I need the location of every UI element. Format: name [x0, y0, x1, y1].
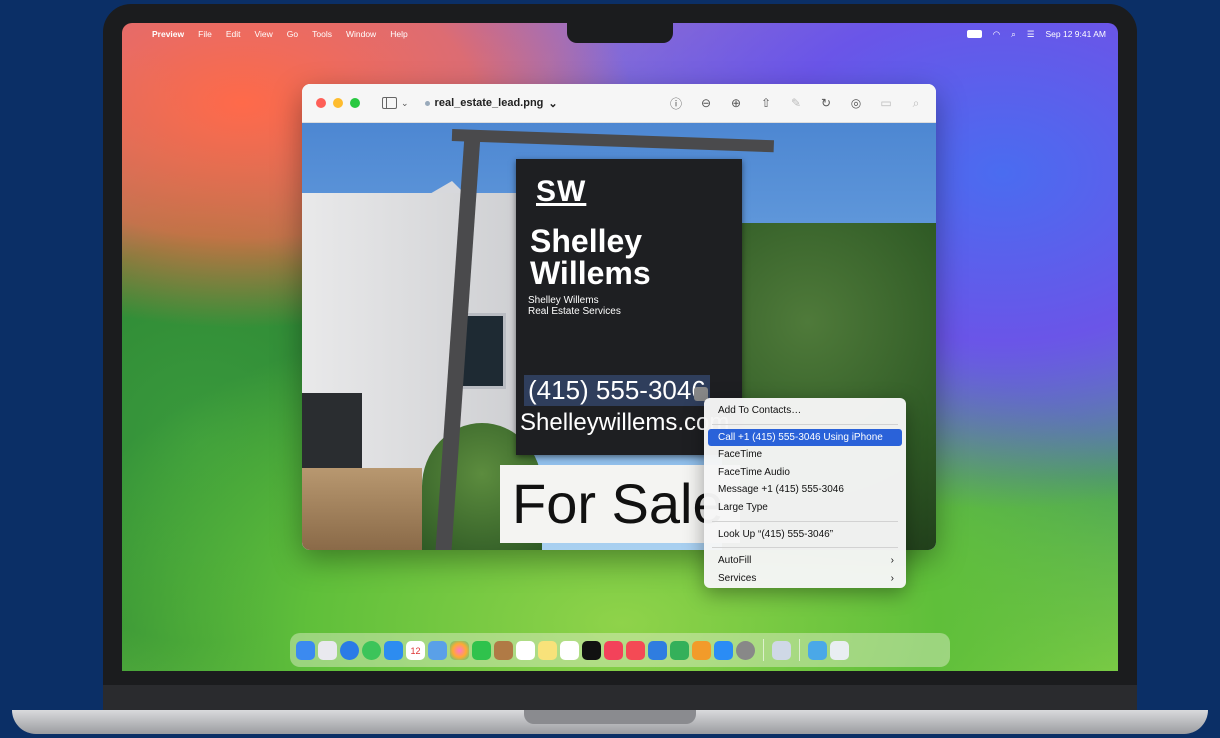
notes-brown-icon[interactable] [494, 640, 513, 660]
preview-icon[interactable] [772, 640, 791, 660]
menu-item-call-iphone[interactable]: Call +1 (415) 555-3046 Using iPhone [708, 428, 902, 447]
downloads-icon[interactable] [808, 640, 827, 660]
menu-go[interactable]: Go [287, 29, 298, 39]
menu-item-look-up[interactable]: Look Up “(415) 555-3046” [708, 526, 902, 544]
markup-icon[interactable]: ✎ [788, 96, 804, 110]
chevron-right-icon: › [890, 555, 894, 567]
menu-app-name[interactable]: Preview [152, 29, 184, 39]
messages-icon[interactable] [362, 640, 381, 660]
sidebar-toggle-button[interactable]: ⌄ [382, 97, 409, 109]
menu-file[interactable]: File [198, 29, 212, 39]
calendar-icon[interactable]: 12 [406, 640, 425, 660]
sign-website[interactable]: Shelleywillems.com [520, 409, 729, 437]
title-chevron-icon: ⌄ [548, 97, 558, 110]
window-titlebar[interactable]: ⌄ real_estate_lead.png ⌄ ⓘ ⊖ ⊕ ⇧ ✎ ↻ ◎ ▭… [302, 84, 936, 123]
battery-icon[interactable] [966, 30, 982, 38]
wifi-icon[interactable]: ◠ [993, 29, 1000, 40]
menu-separator [712, 547, 898, 549]
sign-name: Shelley Willems [530, 225, 651, 289]
sign-name-line2: Willems [530, 255, 651, 291]
safari-icon[interactable] [340, 640, 359, 660]
info-icon[interactable]: ⓘ [668, 95, 684, 112]
app-store-icon[interactable] [714, 640, 733, 660]
laptop-chin [103, 685, 1137, 713]
menu-separator [712, 520, 898, 522]
for-sale-text: For Sale [512, 472, 724, 535]
dock: 12 [290, 633, 950, 667]
menu-datetime[interactable]: Sep 12 9:41 AM [1046, 29, 1107, 39]
share-icon[interactable]: ⇧ [758, 96, 774, 110]
news-icon[interactable] [626, 640, 645, 660]
finder-icon[interactable] [296, 640, 315, 660]
zoom-out-icon[interactable]: ⊖ [698, 96, 714, 110]
notes-icon[interactable] [538, 640, 557, 660]
launchpad-icon[interactable] [318, 640, 337, 660]
sidebar-icon [382, 97, 397, 109]
menu-help[interactable]: Help [390, 29, 407, 39]
desktop-screen: Preview File Edit View Go Tools Window H… [122, 23, 1118, 671]
menu-item-message[interactable]: Message +1 (415) 555-3046 [708, 481, 902, 499]
menu-item-services-label: Services [718, 572, 757, 584]
zoom-in-icon[interactable]: ⊕ [728, 96, 744, 110]
freeform-icon[interactable] [560, 640, 579, 660]
stone-wall [302, 468, 422, 550]
reminders-icon[interactable] [516, 640, 535, 660]
laptop-base-notch [524, 710, 696, 724]
close-button[interactable] [316, 98, 326, 108]
menu-item-services[interactable]: Services › [708, 570, 902, 588]
menu-window[interactable]: Window [346, 29, 376, 39]
sign-monogram: SW [536, 175, 587, 208]
menu-separator [712, 423, 898, 425]
chevron-down-icon: ⌄ [401, 97, 409, 108]
sign-name-line1: Shelley [530, 223, 643, 259]
pages-icon[interactable] [692, 640, 711, 660]
sign-subtitle: Shelley Willems Real Estate Services [528, 295, 621, 317]
context-menu: Add To Contacts… Call +1 (415) 555-3046 … [704, 398, 906, 588]
zoom-button[interactable] [350, 98, 360, 108]
facetime-icon[interactable] [472, 640, 491, 660]
settings-icon[interactable] [736, 640, 755, 660]
rotate-icon[interactable]: ↻ [818, 96, 834, 110]
spotlight-icon[interactable]: ⌕ [1011, 29, 1016, 40]
menu-item-autofill-label: AutoFill [718, 555, 752, 567]
form-icon[interactable]: ▭ [878, 96, 894, 110]
music-icon[interactable] [604, 640, 623, 660]
menu-item-facetime-audio[interactable]: FaceTime Audio [708, 464, 902, 482]
numbers-icon[interactable] [670, 640, 689, 660]
menu-item-large-type[interactable]: Large Type [708, 499, 902, 517]
menu-tools[interactable]: Tools [312, 29, 332, 39]
window-filename: real_estate_lead.png [434, 97, 544, 109]
trash-icon[interactable] [830, 640, 849, 660]
keynote-icon[interactable] [648, 640, 667, 660]
control-center-icon[interactable]: ☰ [1027, 29, 1035, 40]
photos-alt-icon[interactable] [428, 640, 447, 660]
window-title[interactable]: real_estate_lead.png ⌄ [424, 97, 558, 110]
detected-phone-number[interactable]: (415) 555-3046 [524, 375, 710, 406]
menu-edit[interactable]: Edit [226, 29, 241, 39]
tv-icon[interactable] [582, 640, 601, 660]
chevron-right-icon: › [890, 572, 894, 584]
dock-separator [799, 639, 800, 661]
sign-arm [451, 129, 775, 153]
search-icon[interactable]: ⌕ [908, 96, 924, 111]
menu-item-add-to-contacts[interactable]: Add To Contacts… [708, 402, 902, 420]
dock-separator [763, 639, 764, 661]
menu-item-facetime[interactable]: FaceTime [708, 446, 902, 464]
sign-sub-line1: Shelley Willems [528, 295, 599, 306]
mail-icon[interactable] [384, 640, 403, 660]
photos-icon[interactable] [450, 640, 469, 660]
highlight-icon[interactable]: ◎ [848, 96, 864, 110]
file-icon [424, 100, 430, 106]
minimize-button[interactable] [333, 98, 343, 108]
menu-view[interactable]: View [255, 29, 273, 39]
sign-sub-line2: Real Estate Services [528, 306, 621, 317]
menu-bar: Preview File Edit View Go Tools Window H… [122, 23, 1118, 45]
menu-item-autofill[interactable]: AutoFill › [708, 552, 902, 570]
